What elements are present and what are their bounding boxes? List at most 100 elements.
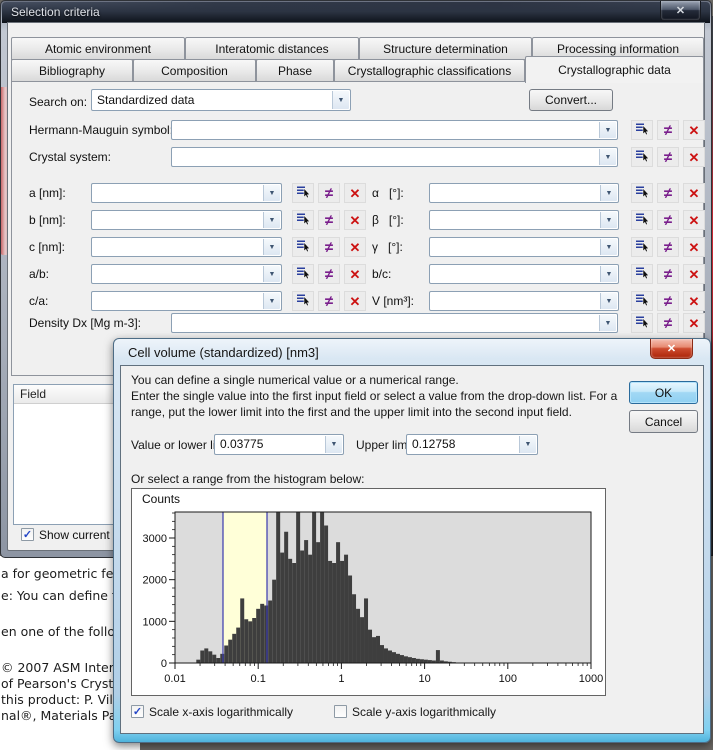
- field-combobox[interactable]: ▼: [429, 237, 619, 257]
- chevron-down-icon[interactable]: ▼: [263, 239, 280, 255]
- scale-y-log-checkbox[interactable]: [334, 705, 347, 718]
- list-select-icon-button[interactable]: [292, 264, 314, 284]
- not-equal-icon-button[interactable]: ≠: [657, 237, 679, 257]
- field-combobox[interactable]: ▼: [429, 210, 619, 230]
- not-equal-icon-button[interactable]: ≠: [318, 210, 340, 230]
- histogram-plot[interactable]: 01000200030000.010.11101001000Counts: [132, 489, 605, 695]
- field-combobox[interactable]: ▼: [171, 313, 618, 333]
- remove-icon-button[interactable]: ✕: [344, 210, 366, 230]
- list-select-icon-button[interactable]: [631, 313, 653, 333]
- field-label: Hermann-Mauguin symbol:: [29, 123, 173, 137]
- chevron-down-icon[interactable]: ▼: [600, 185, 617, 201]
- chevron-down-icon[interactable]: ▼: [325, 436, 342, 453]
- chevron-down-icon[interactable]: ▼: [332, 91, 349, 109]
- chevron-down-icon[interactable]: ▼: [599, 122, 616, 138]
- chevron-down-icon[interactable]: ▼: [263, 185, 280, 201]
- tab-crystallographic-data[interactable]: Crystallographic data: [525, 56, 704, 83]
- scale-x-log-checkbox[interactable]: ✓: [131, 705, 144, 718]
- remove-icon-button[interactable]: ✕: [683, 210, 705, 230]
- not-equal-icon-button[interactable]: ≠: [318, 291, 340, 311]
- not-equal-icon-button[interactable]: ≠: [657, 147, 679, 167]
- remove-icon-button[interactable]: ✕: [344, 237, 366, 257]
- list-select-icon-button[interactable]: [631, 183, 653, 203]
- field-combobox[interactable]: ▼: [429, 183, 619, 203]
- list-select-icon-button[interactable]: [292, 291, 314, 311]
- convert-button[interactable]: Convert...: [529, 89, 613, 111]
- histogram-bar: [308, 555, 312, 663]
- histogram-bar: [408, 657, 412, 663]
- remove-icon-button[interactable]: ✕: [683, 183, 705, 203]
- remove-icon-button[interactable]: ✕: [344, 291, 366, 311]
- field-combobox[interactable]: ▼: [91, 183, 282, 203]
- tab-structure-determination[interactable]: Structure determination: [359, 37, 532, 60]
- chevron-down-icon[interactable]: ▼: [519, 436, 536, 453]
- histogram-bar: [376, 636, 380, 663]
- list-select-icon-button[interactable]: [292, 237, 314, 257]
- list-select-icon-button[interactable]: [631, 120, 653, 140]
- list-select-icon-button[interactable]: [292, 183, 314, 203]
- field-label: b [nm]:: [29, 213, 66, 227]
- modal-title: Cell volume (standardized) [nm3]: [128, 345, 319, 360]
- remove-icon-button[interactable]: ✕: [683, 120, 705, 140]
- field-combobox[interactable]: ▼: [91, 210, 282, 230]
- list-select-icon-button[interactable]: [631, 210, 653, 230]
- remove-icon-button[interactable]: ✕: [683, 147, 705, 167]
- title-bar[interactable]: Selection criteria: [2, 2, 710, 23]
- not-equal-icon-button[interactable]: ≠: [318, 264, 340, 284]
- remove-icon-button[interactable]: ✕: [683, 291, 705, 311]
- field-combobox[interactable]: ▼: [91, 291, 282, 311]
- upper-limit-combobox[interactable]: 0.12758 ▼: [406, 434, 538, 455]
- chevron-down-icon[interactable]: ▼: [600, 293, 617, 309]
- chevron-down-icon[interactable]: ▼: [600, 266, 617, 282]
- list-select-icon-button[interactable]: [631, 147, 653, 167]
- remove-icon-button[interactable]: ✕: [683, 237, 705, 257]
- close-icon[interactable]: ✕: [650, 339, 693, 359]
- tab-bibliography[interactable]: Bibliography: [11, 59, 133, 82]
- tab-phase[interactable]: Phase: [256, 59, 334, 82]
- cell-volume-histogram[interactable]: 01000200030000.010.11101001000Counts: [131, 488, 606, 696]
- field-combobox[interactable]: ▼: [171, 147, 618, 167]
- field-combobox[interactable]: ▼: [429, 291, 619, 311]
- lower-limit-combobox[interactable]: 0.03775 ▼: [214, 434, 344, 455]
- chevron-down-icon[interactable]: ▼: [600, 212, 617, 228]
- show-current-checkbox[interactable]: ✓: [21, 528, 34, 541]
- remove-icon-button[interactable]: ✕: [344, 183, 366, 203]
- chevron-down-icon[interactable]: ▼: [263, 293, 280, 309]
- not-equal-icon-button[interactable]: ≠: [657, 120, 679, 140]
- remove-icon: ✕: [350, 214, 361, 227]
- chevron-down-icon[interactable]: ▼: [600, 239, 617, 255]
- not-equal-icon: ≠: [325, 186, 333, 201]
- list-select-icon-button[interactable]: [631, 237, 653, 257]
- list-select-icon-button[interactable]: [292, 210, 314, 230]
- field-combobox[interactable]: ▼: [91, 264, 282, 284]
- close-icon[interactable]: ✕: [660, 1, 701, 21]
- chevron-down-icon[interactable]: ▼: [599, 149, 616, 165]
- not-equal-icon-button[interactable]: ≠: [657, 210, 679, 230]
- not-equal-icon-button[interactable]: ≠: [318, 183, 340, 203]
- tab-crystallographic-classifications[interactable]: Crystallographic classifications: [334, 59, 525, 82]
- not-equal-icon-button[interactable]: ≠: [318, 237, 340, 257]
- scale-y-log-label: Scale y-axis logarithmically: [352, 705, 496, 719]
- tab-interatomic-distances[interactable]: Interatomic distances: [185, 37, 359, 60]
- field-label: a [nm]:: [29, 186, 66, 200]
- remove-icon-button[interactable]: ✕: [683, 313, 705, 333]
- list-select-icon-button[interactable]: [631, 291, 653, 311]
- tab-atomic-environment[interactable]: Atomic environment: [11, 37, 185, 60]
- tab-composition[interactable]: Composition: [133, 59, 256, 82]
- chevron-down-icon[interactable]: ▼: [599, 315, 616, 331]
- field-combobox[interactable]: ▼: [429, 264, 619, 284]
- not-equal-icon-button[interactable]: ≠: [657, 291, 679, 311]
- not-equal-icon-button[interactable]: ≠: [657, 183, 679, 203]
- field-combobox[interactable]: ▼: [171, 120, 618, 140]
- remove-icon-button[interactable]: ✕: [344, 264, 366, 284]
- cancel-button[interactable]: Cancel: [629, 410, 698, 433]
- list-select-icon-button[interactable]: [631, 264, 653, 284]
- not-equal-icon-button[interactable]: ≠: [657, 264, 679, 284]
- chevron-down-icon[interactable]: ▼: [263, 212, 280, 228]
- not-equal-icon-button[interactable]: ≠: [657, 313, 679, 333]
- ok-button[interactable]: OK: [629, 381, 698, 404]
- remove-icon-button[interactable]: ✕: [683, 264, 705, 284]
- search-on-combobox[interactable]: Standardized data ▼: [91, 89, 351, 111]
- field-combobox[interactable]: ▼: [91, 237, 282, 257]
- chevron-down-icon[interactable]: ▼: [263, 266, 280, 282]
